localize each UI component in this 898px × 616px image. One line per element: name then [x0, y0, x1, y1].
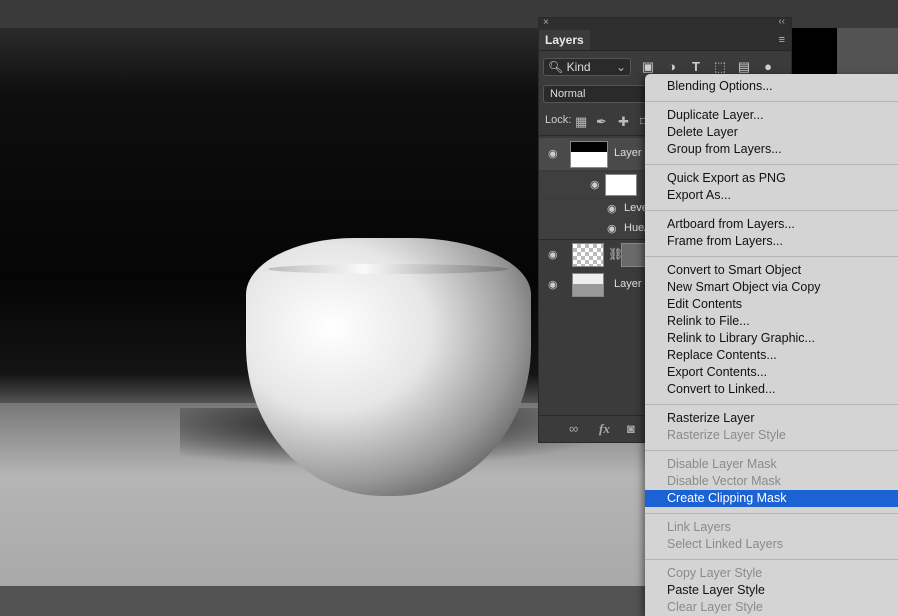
- link-layers-icon[interactable]: ∞: [569, 421, 578, 436]
- fx-icon[interactable]: fx: [599, 421, 610, 437]
- search-icon: 🔍︎: [548, 60, 564, 74]
- menu-item-export-contents[interactable]: Export Contents...: [645, 364, 898, 381]
- menu-item-convert-to-smart-object[interactable]: Convert to Smart Object: [645, 262, 898, 279]
- menu-item-clear-layer-style: Clear Layer Style: [667, 600, 763, 614]
- menu-separator: [645, 559, 898, 560]
- chevron-down-icon: ⌄: [615, 60, 626, 74]
- panel-tab-row: Layers ≡: [539, 30, 791, 51]
- menu-item-quick-export-png[interactable]: Quick Export as PNG: [645, 170, 898, 187]
- vector-mask-thumbnail: [621, 243, 647, 267]
- menu-item-copy-layer-style: Copy Layer Style: [667, 566, 763, 580]
- visibility-eye-icon[interactable]: ◉: [607, 222, 617, 235]
- filter-kind-select[interactable]: 🔍︎ Kind ⌄: [543, 58, 631, 76]
- menu-item-group-from-layers[interactable]: Group from Layers...: [645, 141, 898, 158]
- menu-separator: [645, 513, 898, 514]
- layer-context-menu: Blending Options... Duplicate Layer... D…: [645, 74, 898, 616]
- layer-thumbnail: [572, 243, 604, 267]
- menu-item-new-smart-object-via-copy[interactable]: New Smart Object via Copy: [645, 279, 898, 296]
- menu-item-create-clipping-mask[interactable]: Create Clipping Mask: [645, 490, 898, 507]
- menu-item-disable-vector-mask: Disable Vector Mask: [667, 474, 781, 488]
- panel-title-strip: × ‹‹: [539, 16, 791, 30]
- visibility-eye-icon[interactable]: ◉: [607, 202, 617, 215]
- visibility-eye-icon[interactable]: ◉: [548, 278, 558, 291]
- filter-kind-value: Kind: [566, 60, 591, 74]
- lock-position-icon[interactable]: ✚: [618, 114, 629, 130]
- layer-mask-thumbnail: [605, 174, 637, 196]
- menu-separator: [645, 210, 898, 211]
- menu-item-replace-contents[interactable]: Replace Contents...: [645, 347, 898, 364]
- lock-label: Lock:: [545, 114, 572, 126]
- menu-item-edit-contents[interactable]: Edit Contents: [645, 296, 898, 313]
- menu-item-duplicate-layer[interactable]: Duplicate Layer...: [645, 107, 898, 124]
- lock-transparent-pixels-icon[interactable]: ▦: [575, 114, 587, 130]
- panel-menu-icon[interactable]: ≡: [779, 34, 785, 46]
- menu-item-disable-layer-mask: Disable Layer Mask: [667, 457, 777, 471]
- blend-mode-value: Normal: [550, 88, 586, 100]
- tab-layers[interactable]: Layers: [539, 30, 590, 50]
- menu-item-select-linked-layers: Select Linked Layers: [667, 537, 784, 551]
- menu-separator: [645, 164, 898, 165]
- menu-item-artboard-from-layers[interactable]: Artboard from Layers...: [645, 216, 898, 233]
- menu-separator: [645, 404, 898, 405]
- menu-item-convert-to-linked[interactable]: Convert to Linked...: [645, 381, 898, 398]
- menu-item-rasterize-layer-style: Rasterize Layer Style: [667, 428, 786, 442]
- menu-item-relink-to-file[interactable]: Relink to File...: [645, 313, 898, 330]
- layer-thumbnail: [570, 141, 608, 168]
- menu-item-rasterize-layer[interactable]: Rasterize Layer: [645, 410, 898, 427]
- panel-close-icon[interactable]: ×: [543, 17, 549, 28]
- menu-item-relink-to-library-graphic[interactable]: Relink to Library Graphic...: [645, 330, 898, 347]
- visibility-eye-icon[interactable]: ◉: [590, 178, 600, 191]
- menu-separator: [645, 450, 898, 451]
- visibility-eye-icon[interactable]: ◉: [548, 248, 558, 261]
- menu-item-paste-layer-style[interactable]: Paste Layer Style: [645, 582, 898, 599]
- add-mask-icon[interactable]: ◙: [627, 421, 635, 436]
- layer-thumbnail: [572, 273, 604, 297]
- menu-item-blending-options[interactable]: Blending Options...: [645, 78, 898, 95]
- menu-separator: [645, 256, 898, 257]
- menu-separator: [645, 101, 898, 102]
- menu-item-link-layers: Link Layers: [667, 520, 731, 534]
- photo-cup-rim: [268, 264, 508, 274]
- menu-item-delete-layer[interactable]: Delete Layer: [645, 124, 898, 141]
- menu-item-frame-from-layers[interactable]: Frame from Layers...: [645, 233, 898, 250]
- menu-item-export-as[interactable]: Export As...: [645, 187, 898, 204]
- lock-image-pixels-icon[interactable]: ✒: [596, 114, 607, 130]
- visibility-eye-icon[interactable]: ◉: [548, 147, 558, 160]
- panel-collapse-icon[interactable]: ‹‹: [778, 16, 785, 27]
